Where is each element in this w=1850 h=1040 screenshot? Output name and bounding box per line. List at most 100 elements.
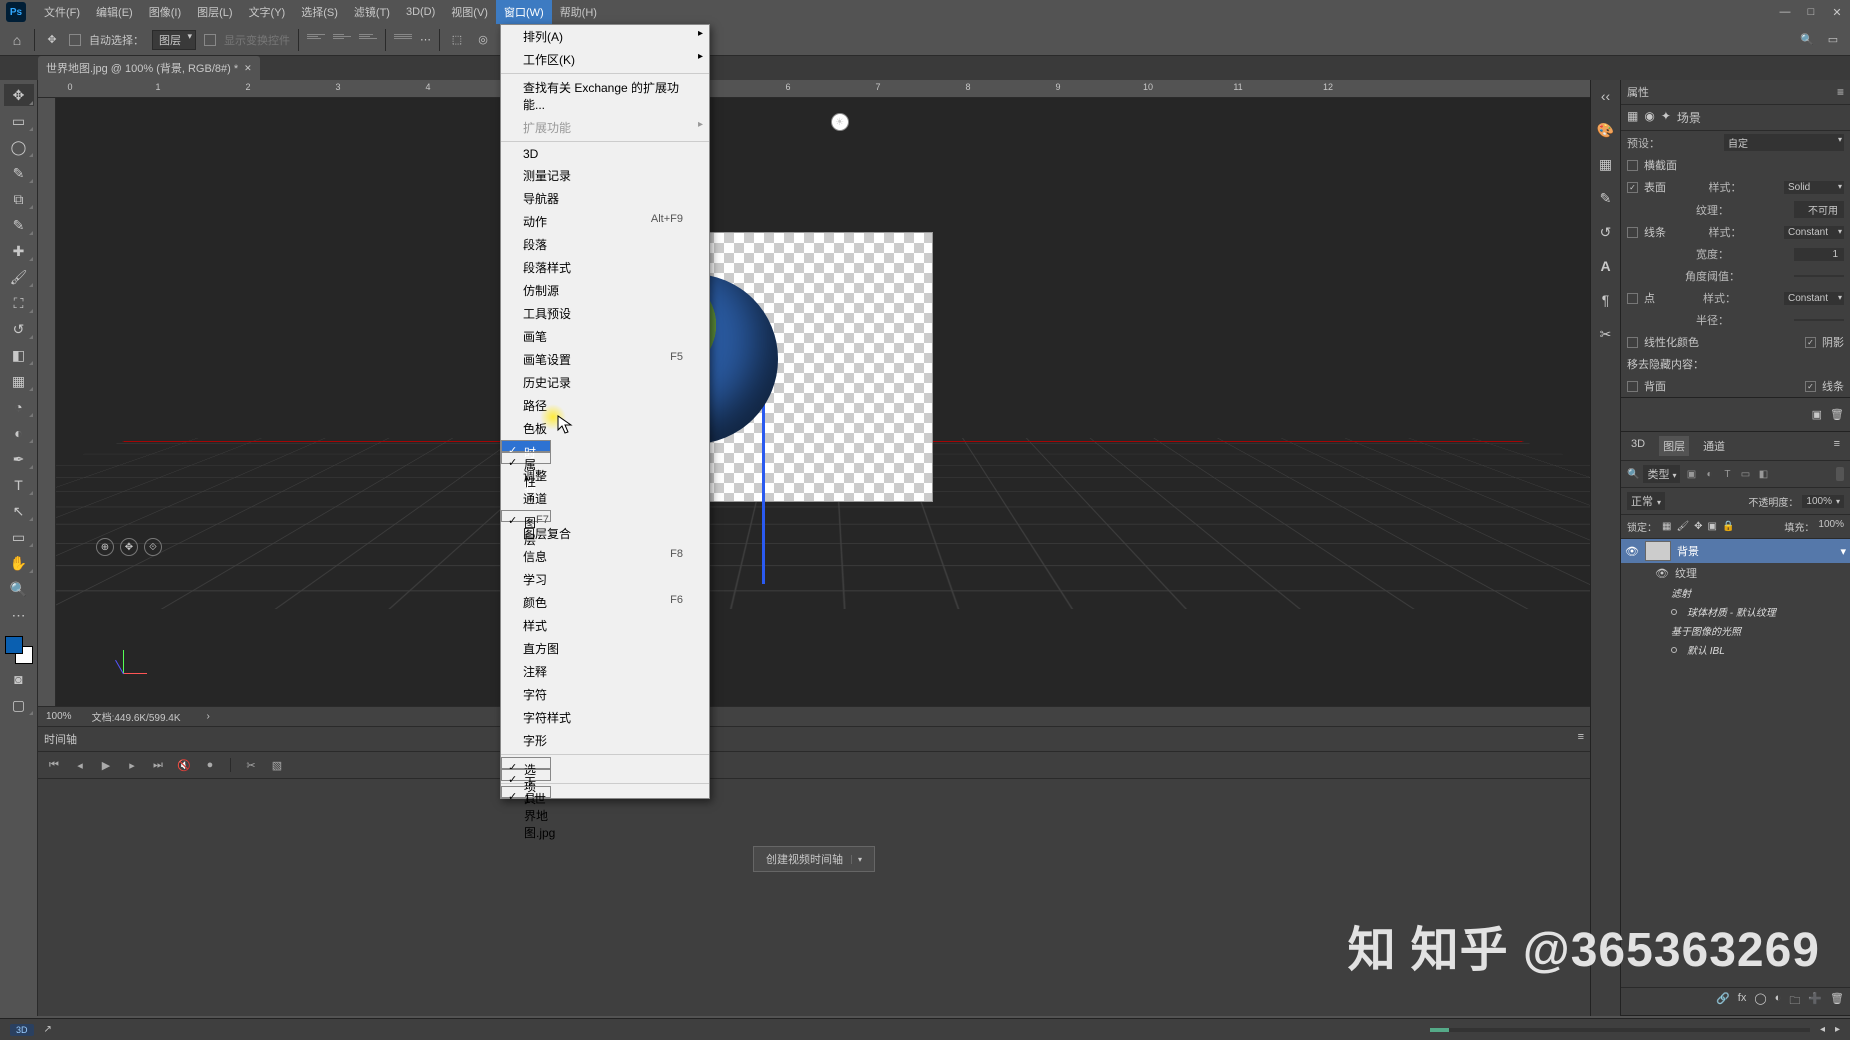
menu-item-actions[interactable]: 动作Alt+F9 [501, 210, 709, 233]
workspace-icon[interactable]: ▭ [1824, 31, 1842, 49]
menu-window[interactable]: 窗口(W) [496, 0, 552, 24]
render-icon[interactable]: ▣ [1812, 408, 1822, 421]
window-minimize[interactable]: — [1772, 2, 1798, 23]
menu-layer[interactable]: 图层(L) [189, 0, 240, 24]
layer-name[interactable]: 球体材质 - 默认纹理 [1687, 604, 1776, 619]
document-tab[interactable]: 世界地图.jpg @ 100% (背景, RGB/8#) * ✕ [38, 56, 260, 80]
delete-icon[interactable]: 🗑 [1830, 408, 1844, 421]
create-timeline-dropdown-icon[interactable]: ▾ [851, 855, 862, 864]
hand-tool[interactable]: ✋ [4, 552, 34, 574]
new-group-icon[interactable]: 🗀 [1789, 992, 1800, 1011]
goto-last-frame-icon[interactable]: ⏭ [150, 759, 166, 772]
lines2-checkbox[interactable] [1805, 381, 1816, 392]
menu-item-styles[interactable]: 样式 [501, 614, 709, 637]
visibility-icon[interactable]: 👁 [1655, 567, 1669, 580]
lines-style-dropdown[interactable]: Constant [1784, 226, 1844, 239]
align-left-icon[interactable] [394, 34, 412, 46]
menu-item-paragraph-styles[interactable]: 段落样式 [501, 256, 709, 279]
menu-item-layers[interactable]: 图层F7 [501, 510, 551, 522]
menu-select[interactable]: 选择(S) [293, 0, 346, 24]
move-tool[interactable]: ✥ [4, 84, 34, 106]
paragraph-panel-icon[interactable]: ¶ [1602, 290, 1610, 310]
panel-menu-icon[interactable]: ≡ [1837, 85, 1844, 99]
prev-frame-icon[interactable]: ◂ [72, 759, 88, 772]
layer-thumbnail[interactable] [1645, 541, 1671, 561]
split-clip-icon[interactable]: ✂ [243, 759, 259, 772]
next-frame-icon[interactable]: ▸ [124, 759, 140, 772]
menu-item-options[interactable]: 选项 [501, 757, 551, 769]
more-align-icon[interactable]: ⋯ [420, 33, 431, 46]
blend-mode-dropdown[interactable]: 正常 [1627, 492, 1665, 510]
mute-icon[interactable]: 🔇 [176, 759, 192, 772]
progress-prev-icon[interactable]: ◂ [1820, 1024, 1825, 1035]
color-swatch[interactable] [5, 636, 33, 664]
filter-smart-icon[interactable]: ◧ [1756, 467, 1770, 481]
auto-select-checkbox[interactable] [69, 34, 81, 46]
history-panel-icon[interactable]: ↺ [1600, 222, 1612, 242]
layer-row[interactable]: 基于图像的光照 [1621, 621, 1850, 640]
layer-name[interactable]: 默认 IBL [1687, 642, 1725, 657]
transition-icon[interactable]: ▧ [269, 759, 285, 772]
menu-filter[interactable]: 滤镜(T) [346, 0, 398, 24]
tab-3d[interactable]: 3D [1627, 436, 1649, 456]
menu-item-learn[interactable]: 学习 [501, 568, 709, 591]
menu-item-measurement[interactable]: 测量记录 [501, 164, 709, 187]
link-layers-icon[interactable]: 🔗 [1716, 992, 1730, 1011]
character-panel-icon[interactable]: A [1600, 256, 1610, 276]
preset-dropdown[interactable]: 自定 [1724, 134, 1844, 151]
menu-item-paths[interactable]: 路径 [501, 394, 709, 417]
points-radius-value[interactable] [1794, 319, 1844, 321]
timeline-tab[interactable]: 时间轴 [44, 731, 77, 747]
surface-checkbox[interactable] [1627, 182, 1638, 193]
doc-size[interactable]: 文档:449.6K/599.4K [92, 709, 181, 724]
eyedropper-tool[interactable]: ✎ [4, 214, 34, 236]
lock-image-icon[interactable]: 🖌 [1676, 521, 1689, 532]
transform-controls-checkbox[interactable] [204, 34, 216, 46]
menu-item-info[interactable]: 信息F8 [501, 545, 709, 568]
menu-item-clone-source[interactable]: 仿制源 [501, 279, 709, 302]
layer-name[interactable]: 基于图像的光照 [1671, 623, 1741, 638]
menu-item-tool-presets[interactable]: 工具预设 [501, 302, 709, 325]
surface-style-dropdown[interactable]: Solid [1784, 181, 1844, 194]
play-icon[interactable]: ▶ [98, 759, 114, 772]
tab-layers[interactable]: 图层 [1659, 436, 1689, 456]
loop-icon[interactable]: ● [202, 759, 218, 771]
filter-type-icon[interactable]: T [1720, 467, 1734, 481]
backface-checkbox[interactable] [1627, 381, 1638, 392]
filter-pixel-icon[interactable]: ▣ [1684, 467, 1698, 481]
menu-item-workspace[interactable]: 工作区(K) [501, 48, 709, 71]
collapse-icon[interactable]: ‹‹ [1601, 86, 1610, 106]
layer-row[interactable]: 默认 IBL [1621, 640, 1850, 659]
menu-item-brushes[interactable]: 画笔 [501, 325, 709, 348]
tab-channels[interactable]: 通道 [1699, 436, 1729, 456]
lines-checkbox[interactable] [1627, 227, 1638, 238]
light-gizmo[interactable]: ☀ [831, 113, 849, 131]
foreground-color[interactable] [5, 636, 23, 654]
menu-image[interactable]: 图像(I) [141, 0, 189, 24]
brushes-panel-icon[interactable]: ✎ [1600, 188, 1612, 208]
points-style-dropdown[interactable]: Constant [1784, 292, 1844, 305]
status-chevron-icon[interactable]: › [207, 711, 210, 722]
3d-viewport[interactable]: ☀ ⊕✥⟐ [56, 98, 1590, 706]
menu-item-character[interactable]: 字符 [501, 683, 709, 706]
zoom-tool[interactable]: 🔍 [4, 578, 34, 600]
layer-row[interactable]: 滤射 [1621, 583, 1850, 602]
goto-first-frame-icon[interactable]: ⏮ [46, 759, 62, 772]
gradient-tool[interactable]: ▦ [4, 370, 34, 392]
layer-name[interactable]: 纹理 [1675, 565, 1697, 581]
close-tab-icon[interactable]: ✕ [244, 63, 252, 74]
layer-row[interactable]: 球体材质 - 默认纹理 [1621, 602, 1850, 621]
3d-axis-widget[interactable] [111, 646, 151, 686]
menu-file[interactable]: 文件(F) [36, 0, 88, 24]
3d-nav-gizmo[interactable]: ⊕✥⟐ [96, 538, 162, 556]
layer-mask-icon[interactable]: ◯ [1754, 992, 1766, 1011]
type-tool[interactable]: T [4, 474, 34, 496]
menu-item-channels[interactable]: 通道 [501, 487, 709, 510]
create-video-timeline-button[interactable]: 创建视频时间轴 ▾ [753, 846, 875, 872]
lock-artboard-icon[interactable]: ▣ [1708, 521, 1717, 532]
scene-icon[interactable]: ▦ [1627, 109, 1638, 126]
menu-item-open-doc[interactable]: 1 世界地图.jpg [501, 786, 551, 798]
layer-name[interactable]: 背景 [1677, 543, 1699, 559]
lock-transparency-icon[interactable]: ▦ [1662, 521, 1671, 532]
lock-position-icon[interactable]: ✥ [1694, 521, 1702, 532]
